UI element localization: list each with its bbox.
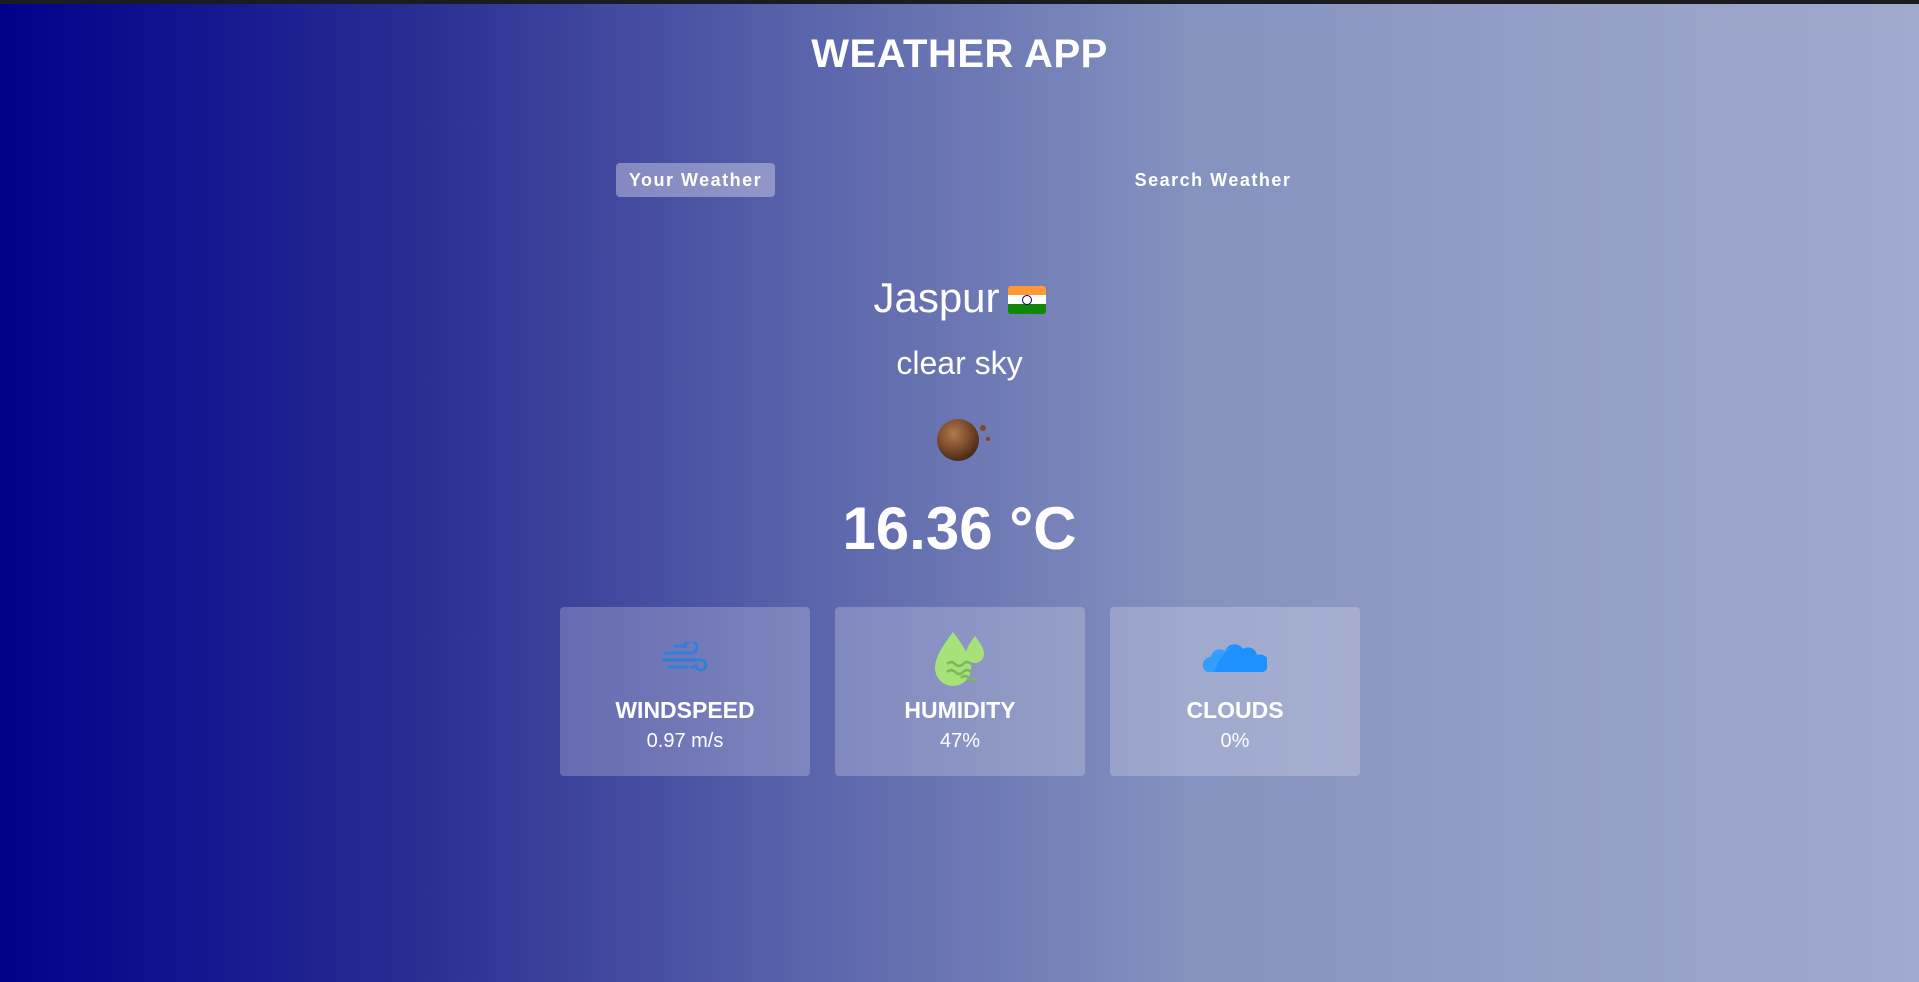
windspeed-value: 0.97 m/s xyxy=(646,730,724,752)
windspeed-card: WINDSPEED 0.97 m/s xyxy=(560,607,810,776)
temperature-value: 16.36 °C xyxy=(842,495,1077,562)
windspeed-label: WINDSPEED xyxy=(615,697,755,723)
humidity-card: HUMIDITY 47% xyxy=(835,607,1085,776)
clear-sky-icon xyxy=(933,412,993,462)
humidity-icon xyxy=(931,629,989,689)
tab-your-weather[interactable]: Your Weather xyxy=(616,163,775,197)
clouds-value: 0% xyxy=(1220,730,1250,752)
clouds-label: CLOUDS xyxy=(1186,697,1284,723)
app-title: WEATHER APP xyxy=(811,32,1108,76)
location-row: Jaspur xyxy=(0,274,1919,322)
cloud-icon xyxy=(1203,629,1267,689)
weather-description: clear sky xyxy=(896,345,1023,381)
city-name: Jaspur xyxy=(873,274,1000,321)
india-flag-icon xyxy=(1007,286,1046,314)
humidity-label: HUMIDITY xyxy=(904,697,1016,723)
app-background: WEATHER APP Your Weather Search Weather … xyxy=(0,4,1919,982)
clouds-card: CLOUDS 0% xyxy=(1110,607,1360,776)
humidity-value: 47% xyxy=(939,730,981,752)
wind-icon xyxy=(661,629,709,689)
tab-search-weather[interactable]: Search Weather xyxy=(1120,163,1306,197)
